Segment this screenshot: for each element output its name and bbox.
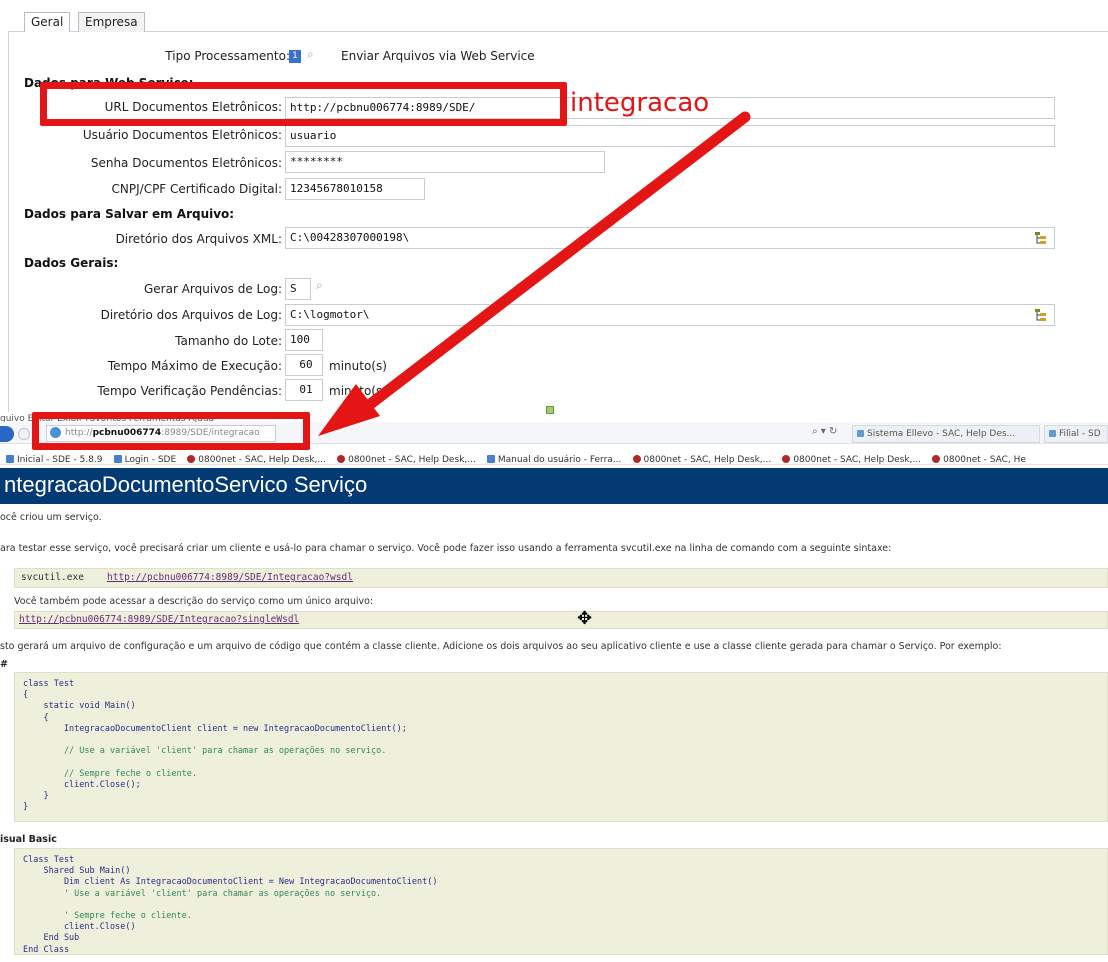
service-page-header: ntegracaoDocumentoServico Serviço xyxy=(0,468,1108,504)
vb-heading: isual Basic xyxy=(0,834,57,845)
tempo-exec-input[interactable]: 60 xyxy=(285,354,323,376)
tab-geral[interactable]: Geral xyxy=(24,12,71,34)
single-wsdl-box: http://pcbnu006774:8989/SDE/Integracao?s… xyxy=(14,611,1108,629)
code-line: { xyxy=(43,712,49,723)
lote-input[interactable]: 100 xyxy=(285,329,323,351)
tipo-processamento-desc: Enviar Arquivos via Web Service xyxy=(341,49,535,63)
search-refresh-controls[interactable]: ⌕ ▾ ↻ xyxy=(812,426,837,437)
vb-code-block: Class Test Shared Sub Main() Dim client … xyxy=(14,848,1108,955)
code-line: client.Close(); xyxy=(63,779,141,790)
code-line: static void Main() xyxy=(43,701,136,712)
code-line: Class Test xyxy=(23,855,75,865)
tempo-verif-unit: minuto(s xyxy=(329,384,383,398)
highlight-box-address xyxy=(32,412,310,450)
favorite-link[interactable]: 0800net - SAC, Help Desk,... xyxy=(782,452,921,464)
settings-window: Geral Empresa Tipo Processamento: 1 ⌕ En… xyxy=(8,6,1108,414)
code-line: } xyxy=(43,791,49,802)
csharp-code: class Test { static void Main() { Integr… xyxy=(15,673,1107,819)
tab-strip: Geral Empresa xyxy=(8,6,1108,34)
xml-dir-label: Diretório dos Arquivos XML: xyxy=(115,232,282,246)
favorite-link[interactable]: 0800net - SAC, Help Desk,... xyxy=(632,452,771,464)
section-general: Dados Gerais: xyxy=(24,256,119,270)
user-docs-input[interactable]: usuario xyxy=(285,125,1055,147)
favorite-icon xyxy=(6,455,14,463)
code-line: ' Use a variável 'client' para chamar as… xyxy=(63,888,382,899)
move-cursor-icon: ✥ xyxy=(577,608,593,629)
favorite-link[interactable]: Inicial - SDE - 5.8.9 xyxy=(6,452,103,464)
code-line: End Sub xyxy=(43,933,80,944)
code-line: { xyxy=(23,690,29,701)
code-line: Dim client As IntegracaoDocumentoClient … xyxy=(63,877,438,888)
forward-arrow-icon[interactable] xyxy=(18,428,30,440)
xml-dir-input[interactable]: C:\00428307000198\ xyxy=(285,227,1055,249)
log-dir-input[interactable]: C:\logmotor\ xyxy=(285,304,1055,326)
folder-tree-icon[interactable] xyxy=(1034,231,1047,245)
csharp-code-block: class Test { static void Main() { Integr… xyxy=(14,672,1108,822)
password-docs-input[interactable]: ******** xyxy=(285,151,605,173)
highlight-box-url xyxy=(40,82,567,126)
gen-log-label: Gerar Arquivos de Log: xyxy=(143,282,282,296)
wsdl-link[interactable]: http://pcbnu006774:8989/SDE/Integracao?w… xyxy=(107,572,353,583)
tipo-processamento-field[interactable]: 1 xyxy=(289,50,301,63)
user-docs-label: Usuário Documentos Eletrônicos: xyxy=(82,128,282,142)
resize-handle[interactable] xyxy=(546,406,554,414)
password-docs-label: Senha Documentos Eletrônicos: xyxy=(90,156,282,170)
section-save-file: Dados para Salvar em Arquivo: xyxy=(24,207,235,221)
code-line: class Test xyxy=(23,679,75,689)
intro-text: ocê criou um serviço. xyxy=(0,512,102,523)
favorite-icon xyxy=(486,455,495,463)
annotation-text: integracao xyxy=(570,88,710,118)
tipo-processamento-label: Tipo Processamento: xyxy=(165,49,290,63)
favorite-icon xyxy=(337,455,346,463)
code-line: // Use a variável 'client' para chamar a… xyxy=(63,746,387,757)
favorite-link[interactable]: Manual do usuário - Ferra... xyxy=(486,452,621,464)
code-line: Shared Sub Main() xyxy=(43,866,131,877)
favorite-icon xyxy=(782,455,791,463)
svcutil-command-box: svcutil.exe http://pcbnu006774:8989/SDE/… xyxy=(14,568,1108,588)
svcutil-command: svcutil.exe xyxy=(21,572,84,583)
folder-tree-icon[interactable] xyxy=(1034,308,1047,322)
instructions-text: ara testar esse serviço, você precisará … xyxy=(0,543,892,554)
favorite-icon xyxy=(632,455,641,463)
lookup-magnifier-icon[interactable]: ⌕ xyxy=(316,278,323,293)
code-line: } xyxy=(23,802,29,813)
cnpj-label: CNPJ/CPF Certificado Digital: xyxy=(111,182,282,196)
code-line: client.Close() xyxy=(63,922,136,933)
tempo-verif-label: Tempo Verificação Pendências: xyxy=(97,384,282,398)
tempo-exec-unit: minuto(s) xyxy=(329,359,387,373)
favorite-link[interactable]: 0800net - SAC, Help Desk,... xyxy=(337,452,476,464)
favorite-icon xyxy=(113,455,122,463)
page-title: ntegracaoDocumentoServico Serviço xyxy=(4,472,368,497)
back-arrow-icon[interactable] xyxy=(0,426,14,442)
log-dir-label: Diretório dos Arquivos de Log: xyxy=(100,308,282,322)
vb-code: Class Test Shared Sub Main() Dim client … xyxy=(15,849,1107,962)
code-line: IntegracaoDocumentoClient client = new I… xyxy=(63,723,407,734)
browser-tab-filial[interactable]: Filial - SD xyxy=(1044,425,1108,443)
tempo-exec-label: Tempo Máximo de Execução: xyxy=(107,359,282,373)
tempo-verif-input[interactable]: 01 xyxy=(285,379,323,401)
gen-log-input[interactable]: S xyxy=(285,278,311,300)
single-wsdl-link[interactable]: http://pcbnu006774:8989/SDE/Integracao?s… xyxy=(19,614,299,625)
browser-window: quivo Editar Exibir Favoritos Ferramenta… xyxy=(0,406,1108,955)
code-line: // Sempre feche o cliente. xyxy=(63,768,197,779)
code-line: ' Sempre feche o cliente. xyxy=(63,911,192,922)
favorite-link[interactable]: 0800net - SAC, Help Desk,... xyxy=(187,452,326,464)
favorite-link[interactable]: Login - SDE xyxy=(113,452,176,464)
favorite-icon xyxy=(187,455,196,463)
single-file-text: Você também pode acessar a descrição do … xyxy=(14,596,374,607)
csharp-heading: # xyxy=(0,659,8,670)
lookup-magnifier-icon[interactable]: ⌕ xyxy=(307,47,314,62)
code-line: End Class xyxy=(23,944,70,955)
lote-label: Tamanho do Lote: xyxy=(175,334,282,348)
browser-tab-ellevo[interactable]: Sistema Ellevo - SAC, Help Des... xyxy=(852,425,1040,443)
tab-empresa[interactable]: Empresa xyxy=(78,12,145,33)
cnpj-input[interactable]: 12345678010158 xyxy=(285,178,425,200)
generation-text: sto gerará um arquivo de configuração e … xyxy=(0,641,1002,652)
favorite-icon xyxy=(932,455,941,463)
favorite-link[interactable]: 0800net - SAC, He xyxy=(932,452,1026,464)
